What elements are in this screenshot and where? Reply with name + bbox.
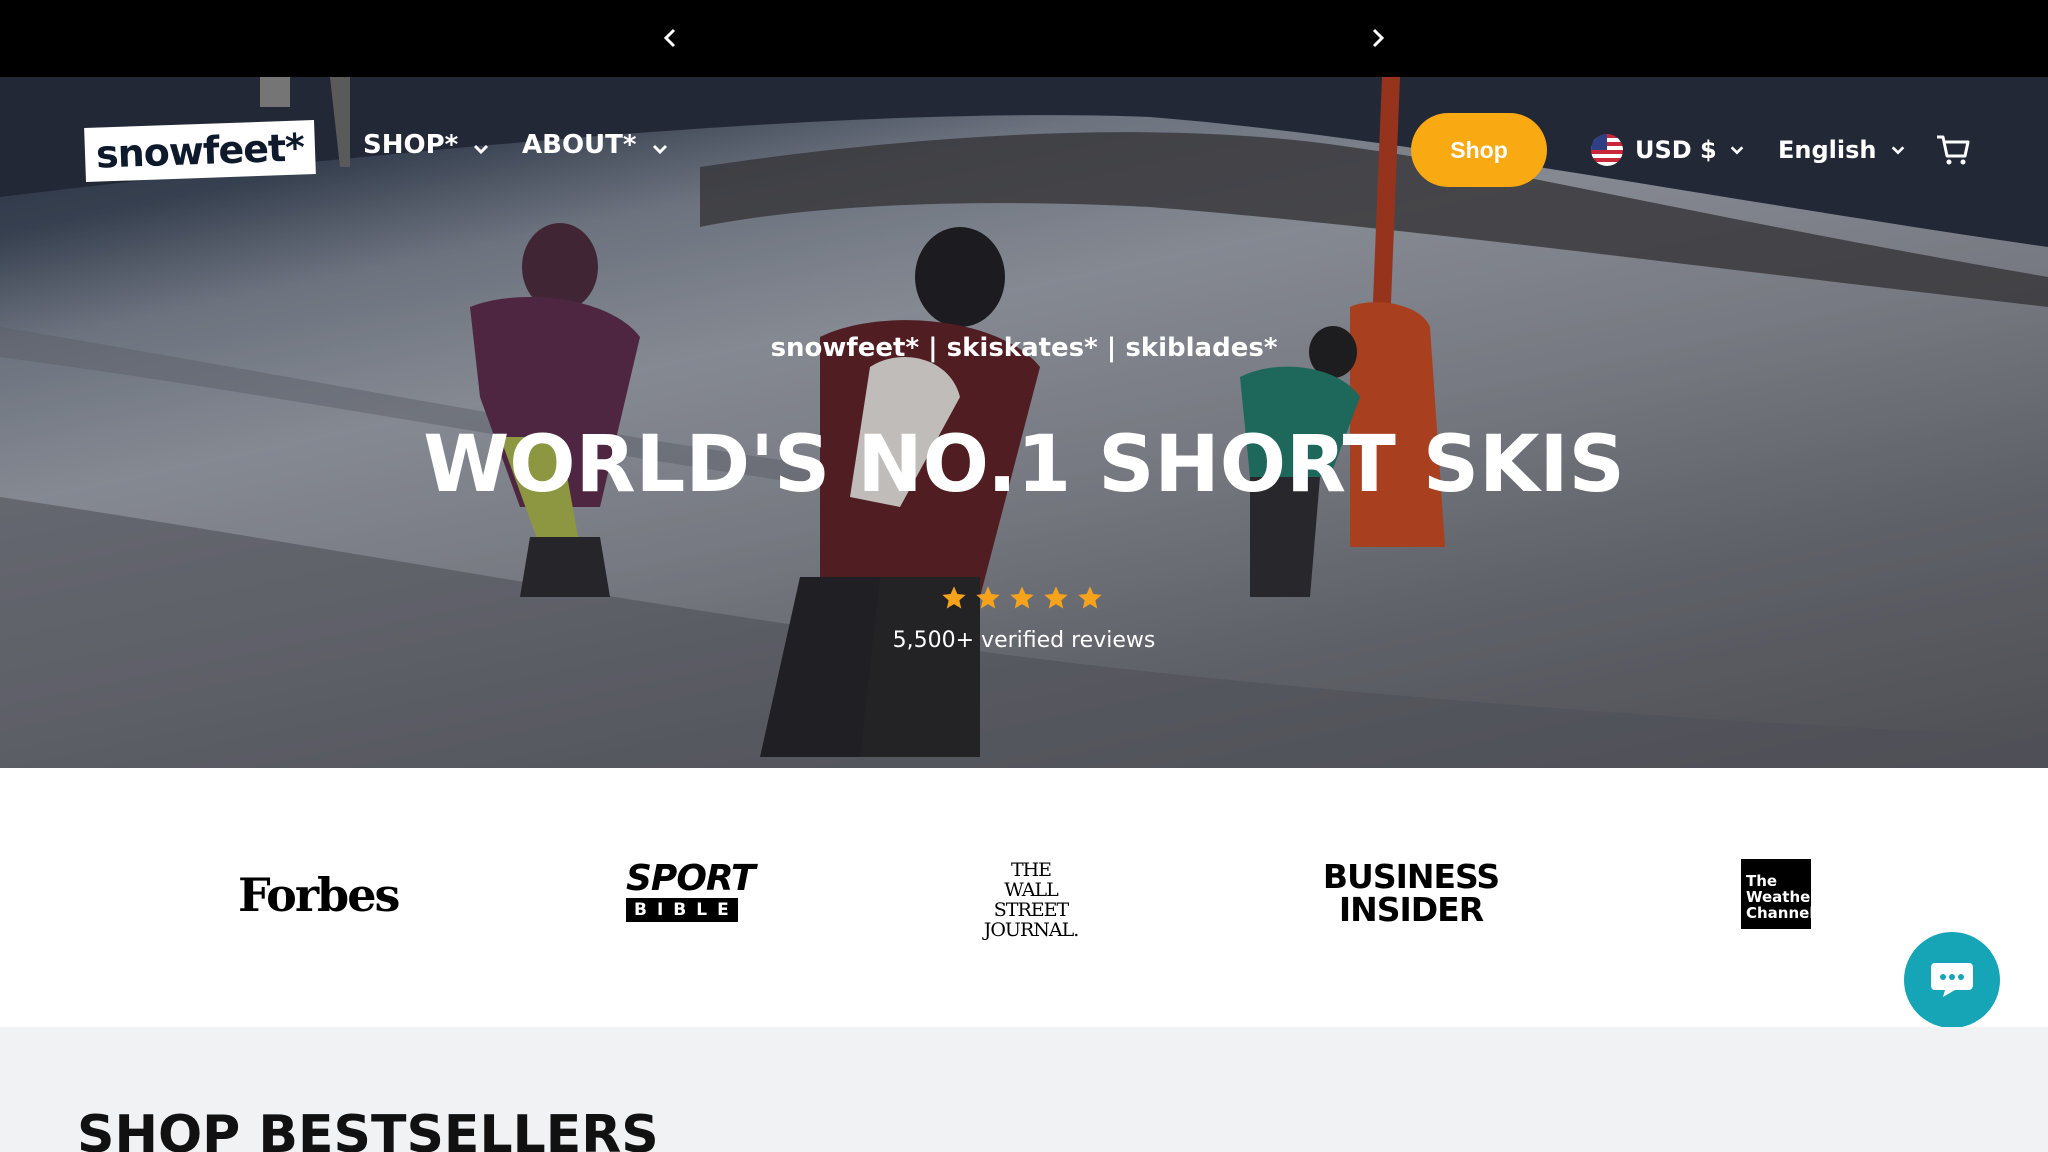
nav-about-menu[interactable]: ABOUT*	[522, 130, 669, 160]
business-insider-logo: BUSINESS INSIDER	[1322, 857, 1500, 929]
star-icon	[1044, 586, 1068, 609]
section-title: SHOP BESTSELLERS	[77, 1105, 659, 1152]
language-label: English	[1778, 136, 1877, 164]
press-logos: Forbes SPORT BIBLE THE WALL STREET JOURN…	[0, 768, 2048, 1027]
chat-button[interactable]	[1904, 932, 2000, 1028]
cart-icon[interactable]	[1935, 132, 1971, 168]
chevron-left-icon[interactable]	[654, 22, 686, 54]
reviews-count[interactable]: 5,500+ verified reviews	[0, 628, 2048, 653]
sport-bible-logo: SPORT BIBLE	[626, 858, 756, 922]
rating-stars	[940, 584, 1104, 612]
currency-selector[interactable]: USD $	[1591, 132, 1745, 168]
language-selector[interactable]: English	[1778, 132, 1906, 168]
shop-button[interactable]: Shop	[1411, 113, 1547, 187]
hero-headline: WORLD'S NO.1 SHORT SKIS	[423, 420, 1625, 510]
nav-shop-label: SHOP*	[363, 130, 459, 160]
announcement-bar	[0, 0, 2048, 77]
nav-shop-menu[interactable]: SHOP*	[363, 130, 490, 160]
chevron-down-icon	[1729, 136, 1745, 164]
star-icon	[942, 586, 966, 609]
chevron-right-icon[interactable]	[1362, 22, 1394, 54]
nav-about-label: ABOUT*	[522, 130, 637, 160]
weather-channel-logo: The Weather Channel	[1741, 859, 1818, 929]
star-icon	[1010, 586, 1034, 609]
snowfeet-logo[interactable]: snowfeet*	[84, 120, 316, 182]
wall-street-journal-logo: THE WALL STREET JOURNAL.	[983, 859, 1080, 941]
hero-tagline: snowfeet* | skiskates* | skiblades*	[770, 333, 1278, 363]
star-icon	[976, 586, 1000, 609]
chevron-down-icon	[1890, 136, 1906, 164]
currency-label: USD $	[1635, 136, 1717, 164]
forbes-logo: Forbes	[238, 868, 400, 922]
chat-icon	[1929, 959, 1975, 1002]
us-flag-icon	[1591, 134, 1623, 166]
chevron-down-icon	[472, 140, 490, 158]
star-icon	[1078, 586, 1102, 609]
chevron-down-icon	[651, 140, 669, 158]
bestsellers-section: SHOP BESTSELLERS	[0, 1027, 2048, 1152]
